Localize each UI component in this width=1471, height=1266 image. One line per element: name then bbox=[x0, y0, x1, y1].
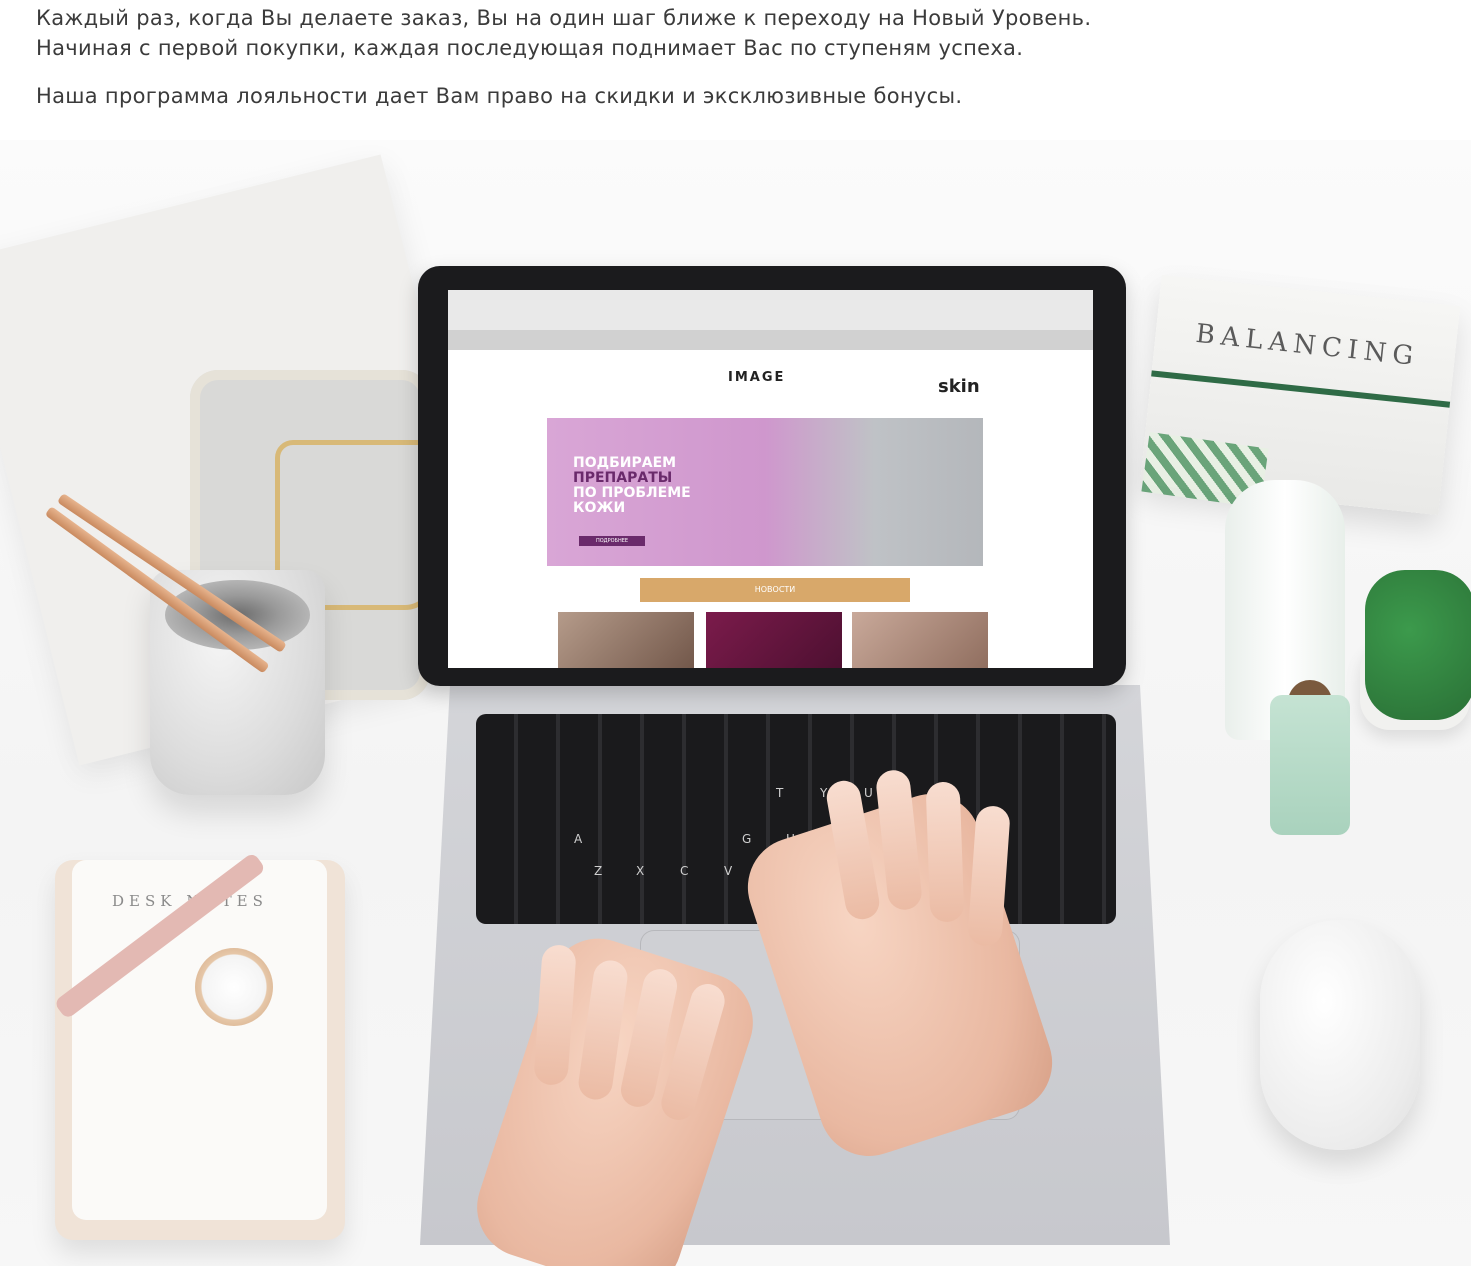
computer-mouse bbox=[1260, 920, 1420, 1150]
key-label-x: X bbox=[636, 864, 645, 878]
browser-bar bbox=[448, 290, 1093, 330]
laptop-screen: IMAGE skin ПОДБИРАЕМ ПРЕПАРАТЫ ПО ПРОБЛЕ… bbox=[448, 290, 1093, 668]
banner-line-1: ПОДБИРАЕМ bbox=[573, 455, 677, 471]
site-banner: ПОДБИРАЕМ ПРЕПАРАТЫ ПО ПРОБЛЕМЕ КОЖИ ПОД… bbox=[547, 418, 983, 566]
key-label-a: A bbox=[574, 832, 583, 846]
plant bbox=[1365, 570, 1471, 720]
news-card bbox=[852, 612, 988, 668]
hero-photo: BALANCING DESK NOTES Z X C V B N G H A T… bbox=[0, 140, 1471, 1266]
key-label-v: V bbox=[724, 864, 733, 878]
news-ribbon: НОВОСТИ bbox=[640, 578, 910, 602]
banner-line-3: ПО ПРОБЛЕМЕ bbox=[573, 485, 691, 501]
intro-line-2: Начиная с первой покупки, каждая последу… bbox=[36, 36, 1024, 60]
intro-line-3: Наша программа лояльности дает Вам право… bbox=[36, 84, 963, 108]
intro-line-1: Каждый раз, когда Вы делаете заказ, Вы н… bbox=[36, 6, 1092, 30]
key-label-u: U bbox=[864, 786, 873, 800]
box-brand-text: BALANCING bbox=[1194, 318, 1421, 373]
site-logo: IMAGE bbox=[728, 370, 786, 385]
key-label-t: T bbox=[776, 786, 784, 800]
banner-button: ПОДРОБНЕЕ bbox=[579, 536, 645, 546]
news-card bbox=[706, 612, 842, 668]
banner-line-2: ПРЕПАРАТЫ bbox=[573, 470, 673, 486]
box-stripe bbox=[1151, 370, 1451, 408]
news-card bbox=[558, 612, 694, 668]
banner-line-4: КОЖИ bbox=[573, 500, 626, 516]
key-label-g: G bbox=[742, 832, 752, 846]
key-label-c: C bbox=[680, 864, 689, 878]
watch-face bbox=[195, 948, 273, 1026]
serum-dropper-bottle bbox=[1270, 695, 1350, 835]
key-label-z: Z bbox=[594, 864, 603, 878]
site-topbar bbox=[448, 330, 1093, 350]
finger bbox=[925, 781, 965, 923]
banner-text: ПОДБИРАЕМ ПРЕПАРАТЫ ПО ПРОБЛЕМЕ КОЖИ bbox=[573, 456, 753, 516]
skin-logo: skin bbox=[938, 376, 980, 397]
